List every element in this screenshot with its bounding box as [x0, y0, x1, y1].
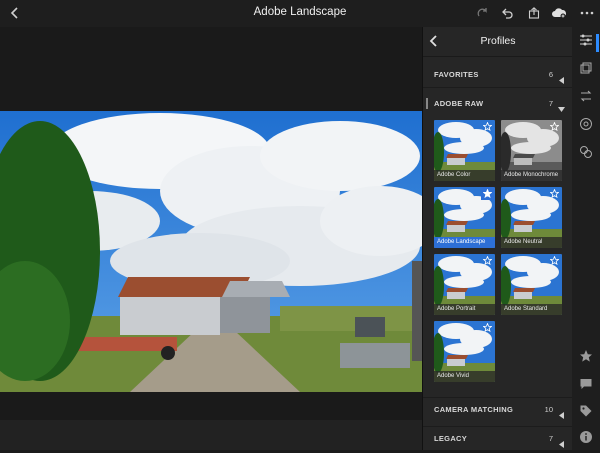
profiles-panel: Profiles FAVORITES 6 ADOBE RAW 7 Adobe C… — [422, 27, 573, 450]
filmstrip-bar — [0, 420, 422, 450]
photo-preview — [0, 111, 422, 392]
profile-name: Adobe Neutral — [501, 237, 562, 248]
tag-icon[interactable] — [579, 404, 593, 418]
share-icon[interactable] — [525, 4, 543, 22]
profile-thumbnail[interactable]: Adobe Color — [434, 120, 495, 181]
section-count: 7 — [548, 434, 553, 443]
section-camera-matching[interactable]: CAMERA MATCHING 10 — [423, 397, 573, 422]
collapse-arrow-icon — [559, 406, 565, 424]
profile-name: Adobe Vivid — [434, 371, 495, 382]
profile-thumbnail[interactable]: Adobe Neutral — [501, 187, 562, 248]
profile-thumbnail[interactable]: Adobe Vivid — [434, 321, 495, 382]
section-label: ADOBE RAW — [434, 99, 484, 108]
panel-title: Profiles — [480, 35, 516, 47]
favorite-star-icon[interactable] — [483, 122, 492, 131]
profile-thumbnail[interactable]: Adobe Standard — [501, 254, 562, 315]
active-section-indicator — [426, 98, 428, 109]
favorite-star-icon[interactable] — [483, 189, 492, 198]
comment-icon[interactable] — [579, 377, 593, 391]
cloud-sync-icon[interactable] — [550, 4, 568, 22]
profile-thumbnail[interactable]: Adobe Monochrome — [501, 120, 562, 181]
edit-sliders-icon[interactable] — [579, 33, 593, 47]
section-count: 6 — [548, 70, 553, 79]
top-bar: Adobe Landscape — [0, 0, 600, 27]
redo-icon[interactable] — [474, 4, 492, 22]
section-legacy[interactable]: LEGACY 7 — [423, 426, 573, 451]
favorite-star-icon[interactable] — [483, 323, 492, 332]
favorite-star-icon[interactable] — [550, 256, 559, 265]
section-count: 7 — [548, 99, 553, 108]
profile-thumbnail[interactable]: Adobe Portrait — [434, 254, 495, 315]
section-label: CAMERA MATCHING — [434, 405, 514, 414]
panel-header: Profiles — [423, 27, 573, 57]
tool-rail — [572, 27, 600, 450]
presets-icon[interactable] — [579, 145, 593, 159]
favorite-star-icon[interactable] — [550, 189, 559, 198]
favorite-star-icon[interactable] — [550, 122, 559, 131]
section-favorites[interactable]: FAVORITES 6 — [423, 63, 573, 87]
favorite-star-icon[interactable] — [483, 256, 492, 265]
section-count: 10 — [544, 405, 553, 414]
info-icon[interactable] — [579, 430, 593, 444]
photo-canvas[interactable] — [0, 27, 422, 450]
star-icon[interactable] — [579, 349, 593, 363]
section-label: FAVORITES — [434, 70, 479, 79]
profile-thumbnail[interactable]: Adobe Landscape — [434, 187, 495, 248]
profile-name: Adobe Standard — [501, 304, 562, 315]
section-label: LEGACY — [434, 434, 468, 443]
profile-name: Adobe Portrait — [434, 304, 495, 315]
active-tool-indicator — [596, 34, 599, 52]
profile-name: Adobe Landscape — [434, 237, 495, 248]
compare-icon[interactable] — [579, 89, 593, 103]
collapse-arrow-icon — [559, 435, 565, 453]
profile-name: Adobe Monochrome — [501, 170, 562, 181]
profiles-icon[interactable] — [579, 61, 593, 75]
healing-icon[interactable] — [579, 117, 593, 131]
more-icon[interactable] — [578, 4, 596, 22]
expand-arrow-icon — [558, 100, 565, 118]
section-adobe-raw[interactable]: ADOBE RAW 7 — [423, 92, 573, 116]
profile-name: Adobe Color — [434, 170, 495, 181]
undo-icon[interactable] — [499, 4, 517, 22]
